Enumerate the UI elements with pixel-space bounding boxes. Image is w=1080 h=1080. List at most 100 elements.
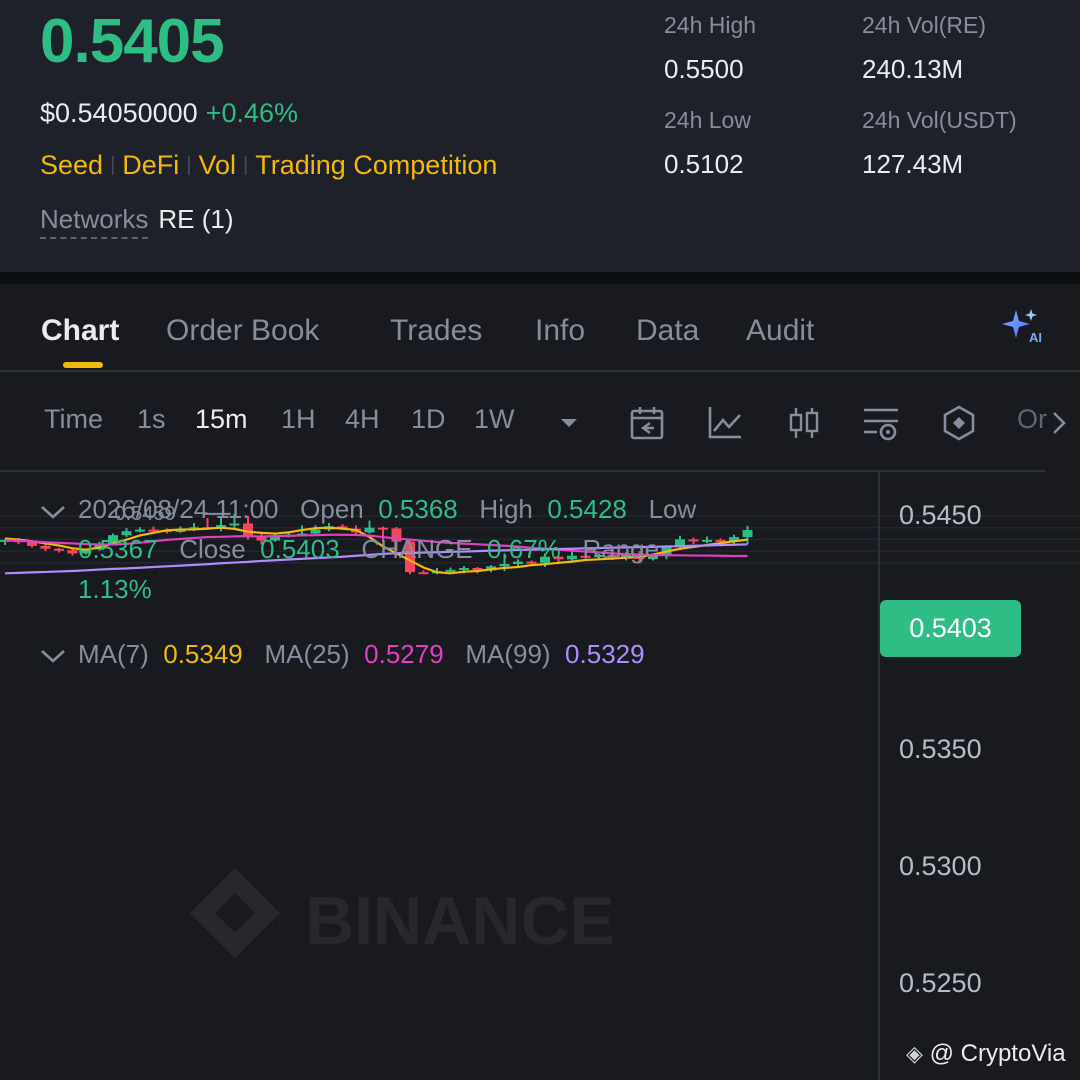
ohlc-date: 2026/08/24 11:00 bbox=[78, 494, 279, 524]
current-price-tag: 0.5403 bbox=[880, 600, 1021, 657]
fiat-price-row: $0.54050000 +0.46% bbox=[40, 98, 298, 129]
settings-icon[interactable] bbox=[862, 404, 900, 442]
candle-body bbox=[364, 527, 375, 533]
tag-trading-competition[interactable]: Trading Competition bbox=[255, 150, 497, 180]
networks-label: Networks bbox=[40, 204, 149, 239]
low-label: Low bbox=[648, 494, 697, 524]
candle-body bbox=[702, 539, 712, 542]
high-label: 24h High bbox=[664, 12, 757, 38]
candle-body bbox=[135, 529, 145, 532]
ma99-value: 0.5329 bbox=[565, 639, 645, 669]
candle-body bbox=[418, 572, 429, 575]
ma-legend: MA(7) 0.5349 MA(25) 0.5279 MA(99) 0.5329 bbox=[78, 639, 645, 670]
candle bbox=[418, 570, 429, 575]
chevron-down-icon[interactable] bbox=[550, 404, 588, 442]
binance-watermark: BINANCE bbox=[190, 868, 615, 959]
tag-vol[interactable]: Vol bbox=[198, 150, 236, 180]
low-value: 0.5102 bbox=[664, 149, 744, 179]
interval-4h[interactable]: 4H bbox=[345, 404, 380, 435]
ohlc-row-2: 0.5367 Close 0.5403 CHANGE 0.67% Range bbox=[78, 534, 659, 565]
tab-info[interactable]: Info bbox=[535, 314, 585, 348]
y-axis-tick: 0.5300 bbox=[899, 851, 982, 881]
high-label: High bbox=[479, 494, 533, 524]
section-divider bbox=[0, 272, 1080, 284]
high-value: 0.5500 bbox=[664, 54, 744, 84]
watermark-text: BINANCE bbox=[305, 883, 615, 959]
candle-body bbox=[742, 530, 753, 538]
app-root: 0.5405 $0.54050000 +0.46% Seed | DeFi | Vol | T… bbox=[0, 0, 1080, 1080]
ai-sparkle-icon[interactable]: AI bbox=[1000, 308, 1044, 344]
low-label: 24h Low bbox=[664, 107, 751, 133]
networks-row[interactable]: Networks RE (1) bbox=[40, 204, 234, 239]
range-value: 1.13% bbox=[78, 574, 152, 604]
tab-trades[interactable]: Trades bbox=[390, 314, 482, 348]
tag-separator: | bbox=[243, 154, 249, 176]
ticker-header: 0.5405 $0.54050000 +0.46% Seed | DeFi | Vol | T… bbox=[0, 0, 1080, 272]
low-value: 0.5367 bbox=[78, 534, 158, 564]
interval-1s[interactable]: 1s bbox=[137, 404, 166, 435]
candle-body bbox=[459, 567, 469, 570]
vol-quote-label: 24h Vol(USDT) bbox=[862, 107, 1017, 133]
vol-base-label: 24h Vol(RE) bbox=[862, 12, 987, 38]
candle bbox=[688, 537, 699, 545]
credit-text: @ CryptoVia bbox=[929, 1040, 1066, 1067]
ma25-label: MA(25) bbox=[264, 639, 350, 669]
svg-text:AI: AI bbox=[1029, 330, 1042, 344]
change-value: 0.67% bbox=[487, 534, 561, 564]
range-label: Range bbox=[582, 534, 660, 564]
candle-body bbox=[688, 539, 699, 542]
tab-data[interactable]: Data bbox=[636, 314, 699, 348]
indicator-icon[interactable] bbox=[706, 404, 744, 442]
candle bbox=[67, 549, 78, 556]
candle bbox=[742, 525, 753, 545]
ma-collapse-icon[interactable] bbox=[40, 646, 66, 666]
vol-quote-value: 127.43M bbox=[862, 149, 964, 179]
more-button[interactable]: Or bbox=[1017, 404, 1047, 435]
networks-value: RE (1) bbox=[158, 204, 234, 234]
tag-seed[interactable]: Seed bbox=[40, 150, 103, 180]
tab-chart[interactable]: Chart bbox=[41, 314, 119, 348]
interval-1w[interactable]: 1W bbox=[474, 404, 515, 435]
chevron-right-icon[interactable] bbox=[1044, 404, 1074, 442]
candle-body bbox=[40, 545, 51, 549]
tab-audit[interactable]: Audit bbox=[746, 314, 814, 348]
candle-body bbox=[445, 569, 456, 572]
y-axis-tick: 0.5350 bbox=[899, 734, 982, 764]
diamond-logo-icon: ◈ bbox=[906, 1041, 923, 1066]
interval-1h[interactable]: 1H bbox=[281, 404, 316, 435]
hexagon-icon[interactable] bbox=[940, 404, 978, 442]
interval-1d[interactable]: 1D bbox=[411, 404, 446, 435]
tag-separator: | bbox=[110, 154, 116, 176]
close-label: Close bbox=[179, 534, 246, 564]
y-axis-tick: 0.5450 bbox=[899, 500, 982, 530]
ohlc-row-1: 2026/08/24 11:00 Open 0.5368 High 0.5428… bbox=[78, 494, 696, 525]
interval-15m[interactable]: 15m bbox=[195, 404, 248, 435]
change-label: CHANGE bbox=[361, 534, 473, 564]
tag-list: Seed | DeFi | Vol | Trading Competition bbox=[40, 150, 497, 181]
tag-defi[interactable]: DeFi bbox=[122, 150, 179, 180]
candle-body bbox=[67, 550, 78, 554]
ma7-label: MA(7) bbox=[78, 639, 149, 669]
candle-body bbox=[54, 548, 64, 551]
ma25-value: 0.5279 bbox=[364, 639, 444, 669]
candle bbox=[445, 567, 456, 573]
open-value: 0.5368 bbox=[378, 494, 458, 524]
candle bbox=[40, 544, 51, 552]
candle-body bbox=[378, 527, 388, 530]
vol-base-value: 240.13M bbox=[862, 54, 964, 84]
change-percent: +0.46% bbox=[205, 98, 298, 128]
candlestick-icon[interactable] bbox=[785, 404, 823, 442]
ma7-value: 0.5349 bbox=[163, 639, 243, 669]
fiat-price: $0.54050000 bbox=[40, 98, 198, 128]
calendar-icon[interactable] bbox=[628, 404, 666, 442]
ma99-label: MA(99) bbox=[465, 639, 551, 669]
tabs-divider bbox=[0, 370, 1080, 372]
candle bbox=[310, 525, 321, 535]
tag-separator: | bbox=[186, 154, 192, 176]
candle-body bbox=[310, 529, 321, 534]
tab-bar: Chart Order Book Trades Info Data Audit bbox=[0, 284, 1080, 370]
tab-order-book[interactable]: Order Book bbox=[166, 314, 319, 348]
active-tab-indicator bbox=[63, 362, 103, 368]
ohlc-collapse-icon[interactable] bbox=[40, 502, 66, 522]
time-button[interactable]: Time bbox=[44, 404, 103, 435]
